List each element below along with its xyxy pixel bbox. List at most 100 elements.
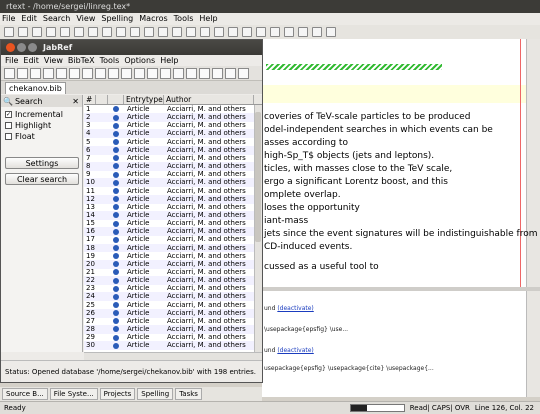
entry-link-icon[interactable] xyxy=(113,106,119,113)
menu-macros[interactable]: Macros xyxy=(139,13,167,25)
jabref-toolbar-button[interactable] xyxy=(199,67,210,79)
jabref-toolbar-button[interactable] xyxy=(173,67,184,79)
entry-link-icon[interactable] xyxy=(113,334,119,341)
entry-link-icon[interactable] xyxy=(113,171,119,178)
toolbar-button[interactable] xyxy=(326,27,336,37)
entry-link-icon[interactable] xyxy=(113,122,119,129)
checkbox[interactable] xyxy=(5,133,12,140)
toolbar-button[interactable] xyxy=(200,27,210,37)
toolbar-button[interactable] xyxy=(186,27,196,37)
jabref-toolbar-button[interactable] xyxy=(82,67,93,79)
toolbar-button[interactable] xyxy=(18,27,28,37)
jabref-toolbar-button[interactable] xyxy=(186,67,197,79)
clear-search-button[interactable]: Clear search xyxy=(5,173,79,185)
toolbar-button[interactable] xyxy=(298,27,308,37)
entry-link-icon[interactable] xyxy=(113,114,119,121)
entry-link-icon[interactable] xyxy=(113,147,119,154)
jabref-toolbar-button[interactable] xyxy=(225,67,236,79)
entry-link-icon[interactable] xyxy=(113,228,119,235)
entry-link-icon[interactable] xyxy=(113,310,119,317)
jabref-toolbar-button[interactable] xyxy=(95,67,106,79)
jabref-menu-options[interactable]: Options xyxy=(124,55,155,66)
jabref-menu-tools[interactable]: Tools xyxy=(100,55,120,66)
table-scrollbar-thumb[interactable] xyxy=(255,112,261,242)
menu-search[interactable]: Search xyxy=(43,13,70,25)
menu-view[interactable]: View xyxy=(76,13,95,25)
output-scrollbar[interactable] xyxy=(526,291,540,397)
dock-tab[interactable]: File Syste... xyxy=(49,388,98,400)
jabref-toolbar-button[interactable] xyxy=(212,67,223,79)
dock-tab[interactable]: Tasks xyxy=(175,388,202,400)
entry-link-icon[interactable] xyxy=(113,302,119,309)
table-row[interactable]: 30 Article Acciarri, M. and others xyxy=(84,341,254,351)
toolbar-button[interactable] xyxy=(60,27,70,37)
toolbar-button[interactable] xyxy=(116,27,126,37)
dock-tab[interactable]: Projects xyxy=(99,388,136,400)
jabref-toolbar-button[interactable] xyxy=(147,67,158,79)
col-entrytype[interactable]: Entrytype xyxy=(124,95,164,104)
entry-link-icon[interactable] xyxy=(113,253,119,260)
toolbar-button[interactable] xyxy=(312,27,322,37)
col-blank-1[interactable] xyxy=(96,95,108,104)
editor-scrollbar[interactable] xyxy=(526,39,540,287)
minimize-icon[interactable] xyxy=(17,43,26,52)
col-author[interactable]: Author xyxy=(164,95,254,104)
toolbar-button[interactable] xyxy=(214,27,224,37)
jabref-menu-view[interactable]: View xyxy=(44,55,63,66)
toolbar-button[interactable] xyxy=(270,27,280,37)
entry-link-icon[interactable] xyxy=(113,130,119,137)
table-hscrollbar[interactable] xyxy=(84,352,262,360)
menu-spelling[interactable]: Spelling xyxy=(101,13,133,25)
entry-link-icon[interactable] xyxy=(113,212,119,219)
entry-link-icon[interactable] xyxy=(113,261,119,268)
toolbar-button[interactable] xyxy=(284,27,294,37)
toolbar-button[interactable] xyxy=(102,27,112,37)
entry-link-icon[interactable] xyxy=(113,277,119,284)
search-option-incremental[interactable]: ✓ Incremental xyxy=(5,110,63,119)
jabref-menu-help[interactable]: Help xyxy=(160,55,178,66)
entry-link-icon[interactable] xyxy=(113,318,119,325)
entry-link-icon[interactable] xyxy=(113,139,119,146)
entry-link-icon[interactable] xyxy=(113,285,119,292)
jabref-menu-edit[interactable]: Edit xyxy=(23,55,39,66)
toolbar-button[interactable] xyxy=(130,27,140,37)
col-blank-2[interactable] xyxy=(108,95,124,104)
toolbar-button[interactable] xyxy=(144,27,154,37)
toolbar-button[interactable] xyxy=(74,27,84,37)
jabref-toolbar-button[interactable] xyxy=(4,67,15,79)
jabref-toolbar-button[interactable] xyxy=(134,67,145,79)
entry-link-icon[interactable] xyxy=(113,155,119,162)
jabref-toolbar-button[interactable] xyxy=(56,67,67,79)
jabref-menu-bibtex[interactable]: BibTeX xyxy=(68,55,95,66)
menu-tools[interactable]: Tools xyxy=(174,13,194,25)
col-number[interactable]: # xyxy=(84,95,96,104)
entry-link-icon[interactable] xyxy=(113,204,119,211)
jabref-toolbar-button[interactable] xyxy=(43,67,54,79)
deactivate-link[interactable]: (deactivate) xyxy=(277,347,313,354)
entry-link-icon[interactable] xyxy=(113,326,119,333)
menu-edit[interactable]: Edit xyxy=(21,13,37,25)
search-option-highlight[interactable]: Highlight xyxy=(5,121,51,130)
close-icon[interactable] xyxy=(6,43,15,52)
close-icon[interactable]: ✕ xyxy=(72,97,79,106)
entry-link-icon[interactable] xyxy=(113,179,119,186)
settings-button[interactable]: Settings xyxy=(5,157,79,169)
toolbar-button[interactable] xyxy=(4,27,14,37)
menu-file[interactable]: File xyxy=(2,13,15,25)
jabref-toolbar-button[interactable] xyxy=(30,67,41,79)
entry-link-icon[interactable] xyxy=(113,342,119,349)
toolbar-button[interactable] xyxy=(158,27,168,37)
entry-link-icon[interactable] xyxy=(113,244,119,251)
entry-link-icon[interactable] xyxy=(113,196,119,203)
toolbar-button[interactable] xyxy=(228,27,238,37)
search-option-float[interactable]: Float xyxy=(5,132,35,141)
menu-help[interactable]: Help xyxy=(199,13,217,25)
tab-chekanov-bib[interactable]: chekanov.bib xyxy=(5,82,66,94)
toolbar-button[interactable] xyxy=(242,27,252,37)
dock-tab[interactable]: Spelling xyxy=(137,388,174,400)
toolbar-button[interactable] xyxy=(172,27,182,37)
entry-link-icon[interactable] xyxy=(113,236,119,243)
checkbox[interactable] xyxy=(5,122,12,129)
jabref-title-bar[interactable]: JabRef xyxy=(1,40,262,55)
entry-link-icon[interactable] xyxy=(113,293,119,300)
